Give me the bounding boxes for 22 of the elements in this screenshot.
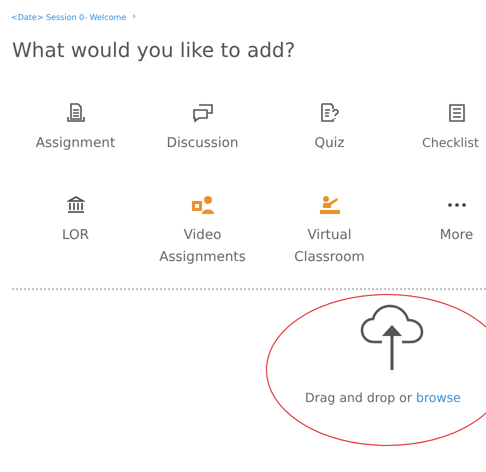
document-icon	[66, 103, 84, 123]
quiz-document-icon	[320, 103, 340, 123]
add-option[interactable]: Virtual Classroom	[266, 192, 393, 268]
more-icon	[446, 202, 466, 208]
add-option[interactable]: More	[393, 192, 486, 268]
breadcrumb-link[interactable]: <Date> Session 0- Welcome	[11, 12, 126, 22]
add-option[interactable]: Assignment	[12, 100, 139, 154]
cloud-upload-icon	[360, 304, 424, 372]
browse-link[interactable]: browse	[416, 390, 461, 405]
add-option[interactable]: Checklist	[393, 100, 486, 154]
add-option[interactable]: Quiz	[266, 100, 393, 154]
video-person-icon	[190, 195, 214, 215]
building-icon	[66, 196, 84, 214]
page-heading: What would you like to add?	[12, 38, 296, 62]
add-option[interactable]: Discussion	[139, 100, 266, 154]
breadcrumb-separator: ›	[132, 12, 136, 22]
add-option[interactable]: Video Assignments	[139, 192, 266, 268]
add-option[interactable]: LOR	[12, 192, 139, 268]
drop-instructions: Drag and drop or browse	[305, 390, 461, 405]
checklist-icon	[448, 103, 466, 123]
chat-bubbles-icon	[190, 103, 214, 123]
classroom-icon	[318, 195, 342, 215]
